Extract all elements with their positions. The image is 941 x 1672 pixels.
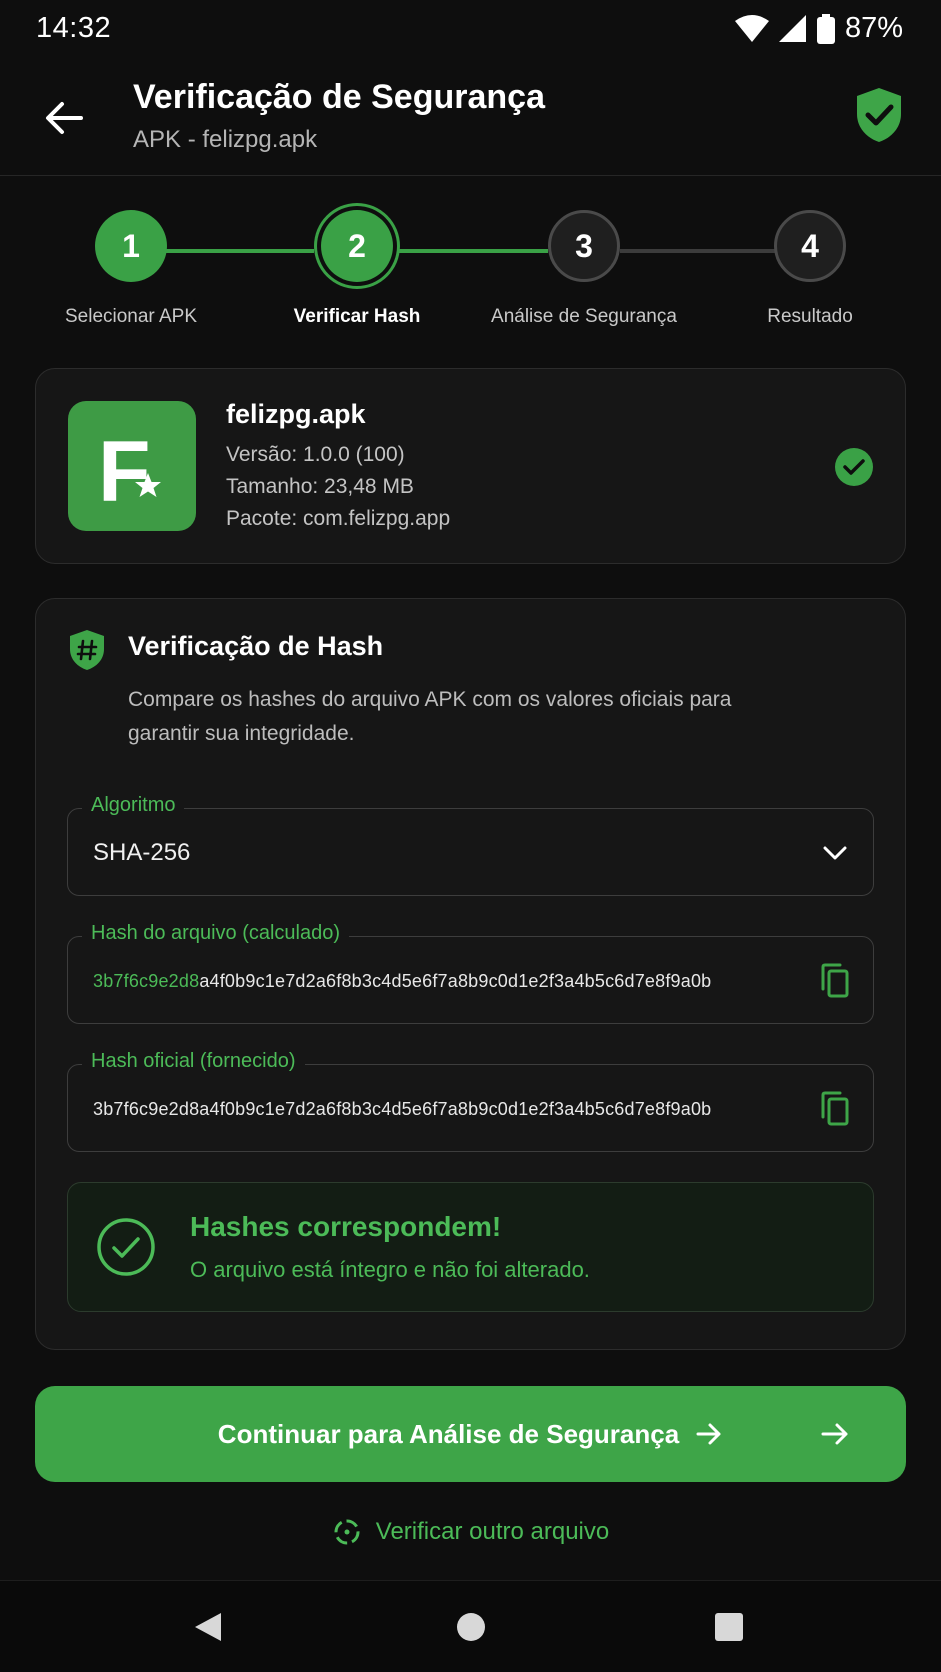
status-icons: 87% — [734, 12, 903, 45]
apk-app-icon: F — [68, 401, 196, 531]
hash-remainder: a4f0b9c1e7d2a6f8b3c4d5e6f7a8b9c0d1e2f3a4… — [199, 971, 712, 991]
copy-official-button[interactable] — [817, 1089, 853, 1129]
computed-hash-label: Hash do arquivo (calculado) — [82, 922, 350, 945]
step-result: 4 Resultado — [697, 210, 923, 328]
signal-icon — [778, 14, 806, 42]
step-number: 3 — [548, 210, 620, 282]
nav-home-icon — [457, 1613, 485, 1641]
hash-match-result: Hashes correspondem! O arquivo está ínte… — [67, 1182, 874, 1312]
step-label: Resultado — [767, 306, 853, 327]
continue-button-label: Continuar para Análise de Segurança — [217, 1418, 680, 1449]
app-bar: Verificação de Segurança APK - felizpg.a… — [0, 70, 941, 176]
apk-version: Versão: 1.0.0 (100) — [226, 443, 405, 466]
apk-package: Pacote: com.felizpg.app — [226, 507, 451, 530]
nav-recents-button[interactable] — [709, 1607, 749, 1647]
step-security-analysis: 3 Análise de Segurança — [471, 210, 697, 328]
step-label: Análise de Segurança — [491, 306, 677, 327]
arrow-left-icon — [46, 102, 83, 134]
algorithm-select[interactable]: Algoritmo SHA-256 — [67, 794, 874, 896]
svg-text:F: F — [98, 424, 151, 520]
check-circle-icon — [835, 448, 873, 486]
apk-size: Tamanho: 23,48 MB — [226, 475, 414, 498]
verify-another-file-label: Verificar outro arquivo — [375, 1518, 610, 1545]
refresh-icon — [334, 1519, 360, 1545]
step-label: Selecionar APK — [64, 306, 198, 327]
battery-icon — [816, 13, 835, 44]
system-nav-bar — [0, 1580, 941, 1672]
step-number: 2 — [321, 210, 393, 282]
nav-back-button[interactable] — [188, 1607, 228, 1647]
app-logo-icon: F — [98, 424, 161, 520]
screen: 14:32 87% Verificação de Segurança APK -… — [0, 0, 941, 1672]
battery-percent: 87% — [844, 12, 903, 44]
nav-home-button[interactable] — [451, 1607, 491, 1647]
computed-hash-value: 3b7f6c9e2d8a4f0b9c1e7d2a6f8b3c4d5e6f7a8b… — [93, 971, 711, 992]
back-button[interactable] — [38, 92, 90, 144]
apk-info-card: F felizpg.apk Versão: 1.0.0 (100) Tamanh… — [35, 368, 906, 564]
hash-match-highlight: 3b7f6c9e2d8 — [93, 971, 200, 991]
step-select-apk: 1 Selecionar APK — [18, 210, 244, 328]
official-hash-field: Hash oficial (fornecido) 3b7f6c9e2d8a4f0… — [67, 1050, 874, 1152]
shield-check-icon — [857, 88, 901, 142]
hash-section-description: Compare os hashes do arquivo APK com os … — [128, 688, 732, 745]
status-bar: 14:32 87% — [0, 0, 941, 58]
match-title: Hashes correspondem! — [190, 1211, 502, 1242]
nav-back-icon — [195, 1613, 221, 1641]
computed-hash-field: Hash do arquivo (calculado) 3b7f6c9e2d8a… — [67, 922, 874, 1024]
status-time: 14:32 — [36, 12, 112, 44]
step-label: Verificar Hash — [293, 306, 421, 327]
shield-hash-icon — [70, 630, 104, 670]
stepper: 1 Selecionar APK 2 Verificar Hash 3 Anál… — [0, 210, 941, 340]
nav-recents-icon — [715, 1613, 743, 1641]
arrow-right-icon — [696, 1423, 721, 1445]
step-number: 1 — [95, 210, 167, 282]
copy-icon — [821, 1091, 849, 1126]
official-hash-value: 3b7f6c9e2d8a4f0b9c1e7d2a6f8b3c4d5e6f7a8b… — [93, 1099, 712, 1119]
step-number: 4 — [774, 210, 846, 282]
copy-icon — [821, 963, 849, 998]
page-title: Verificação de Segurança — [133, 78, 545, 116]
chevron-down-icon — [817, 833, 853, 873]
verify-another-file-link[interactable]: Verificar outro arquivo — [0, 1512, 941, 1552]
continue-button[interactable]: Continuar para Análise de Segurança — [35, 1386, 906, 1482]
match-subtitle: O arquivo está íntegro e não foi alterad… — [190, 1257, 590, 1282]
apk-file-name: felizpg.apk — [226, 399, 366, 429]
algorithm-value: SHA-256 — [93, 839, 191, 866]
check-circle-outline-icon — [97, 1218, 155, 1276]
page-subtitle: APK - felizpg.apk — [133, 126, 318, 153]
copy-computed-button[interactable] — [817, 961, 853, 1001]
official-hash-label: Hash oficial (fornecido) — [82, 1050, 305, 1073]
arrow-right-icon — [821, 1423, 848, 1445]
algorithm-label: Algoritmo — [82, 794, 185, 817]
hash-verification-card: Verificação de Hash Compare os hashes do… — [35, 598, 906, 1350]
hash-section-title: Verificação de Hash — [128, 631, 384, 661]
wifi-icon — [734, 14, 769, 42]
step-verify-hash: 2 Verificar Hash — [244, 210, 470, 328]
